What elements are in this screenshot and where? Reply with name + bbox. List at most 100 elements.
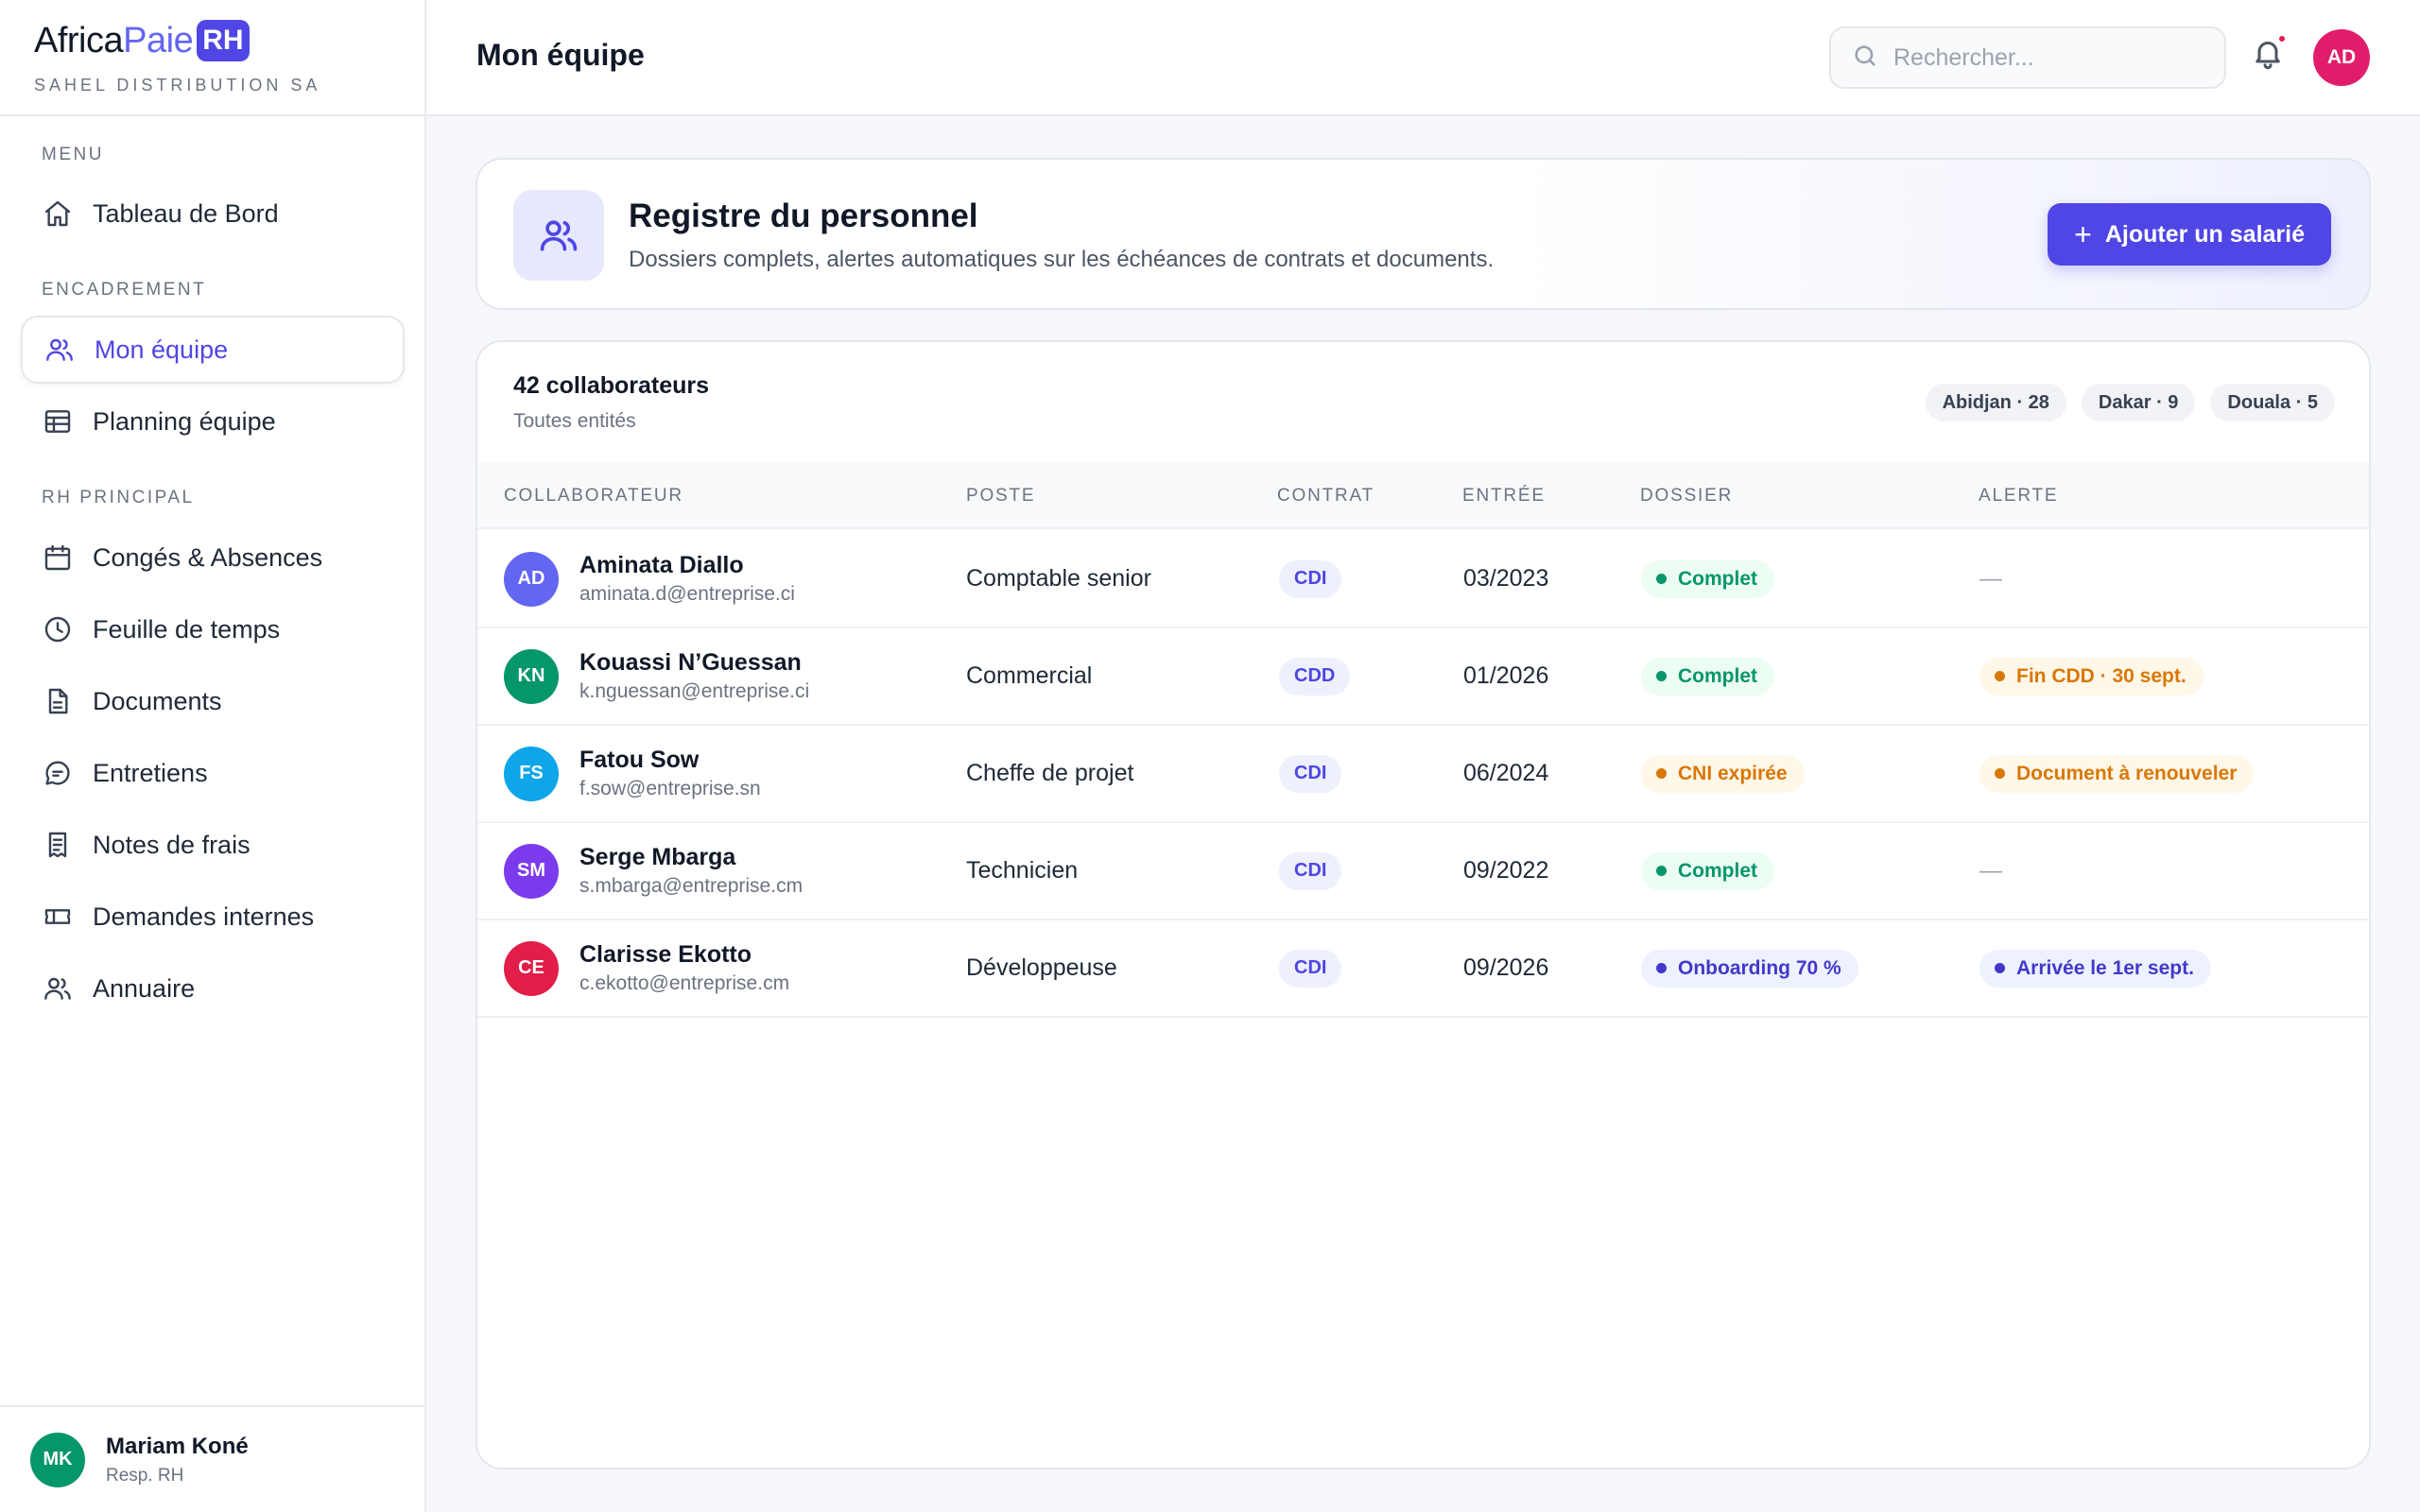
section-label-encadrement: ENCADREMENT <box>42 280 207 300</box>
status-dot-icon <box>1995 768 2005 779</box>
dossier-status-text: Complet <box>1678 664 1757 687</box>
logo-text-africa: Africa <box>34 20 124 60</box>
sidebar-item-label: Entretiens <box>93 758 208 787</box>
sidebar-item-entretiens[interactable]: Entretiens <box>21 739 405 807</box>
contract-badge: CDI <box>1279 559 1342 598</box>
column-header-collaborateur[interactable]: COLLABORATEUR <box>504 486 683 507</box>
sidebar-item-label: Annuaire <box>93 973 196 1003</box>
alert-text: Fin CDD · 30 sept. <box>2016 664 2187 687</box>
document-icon <box>42 685 74 717</box>
table-icon <box>42 405 74 438</box>
employee-email: k.nguessan@entreprise.ci <box>579 680 810 702</box>
sidebar-item-mon-equipe[interactable]: Mon équipe <box>21 316 405 384</box>
avatar: CE <box>504 940 559 996</box>
contract-badge: CDI <box>1279 851 1342 890</box>
employee-position: Technicien <box>966 857 1079 884</box>
location-chip[interactable]: Abidjan · 28 <box>1925 384 2066 421</box>
user-role: Resp. RH <box>106 1465 184 1486</box>
topbar: Mon équipe AD <box>426 0 2420 116</box>
employee-position: Comptable senior <box>966 565 1151 592</box>
start-date: 01/2026 <box>1463 662 1549 689</box>
table-row[interactable]: FS Fatou Sow f.sow@entreprise.sn Cheffe … <box>477 726 2369 823</box>
avatar: SM <box>504 843 559 899</box>
section-label-rh-principal: RH PRINCIPAL <box>42 488 195 507</box>
sidebar-item-annuaire[interactable]: Annuaire <box>21 954 405 1022</box>
plus-icon: + <box>2074 217 2092 251</box>
sidebar-item-label: Documents <box>93 686 222 715</box>
employee-name: Serge Mbarga <box>579 844 736 870</box>
alert-badge: Fin CDD · 30 sept. <box>1979 657 2204 696</box>
search-box[interactable] <box>1829 26 2226 89</box>
notifications-button[interactable] <box>2251 34 2289 76</box>
sidebar-item-planning-equipe[interactable]: Planning équipe <box>21 387 405 455</box>
alert-text: Document à renouveler <box>2016 762 2238 784</box>
home-icon <box>42 198 74 230</box>
alert-text: Arrivée le 1er sept. <box>2016 956 2194 979</box>
dossier-status-text: Onboarding 70 % <box>1678 956 1841 979</box>
start-date: 09/2026 <box>1463 954 1549 981</box>
employee-email: s.mbarga@entreprise.cm <box>579 875 804 897</box>
column-header-dossier[interactable]: DOSSIER <box>1640 486 1733 507</box>
table-row[interactable]: KN Kouassi N’Guessan k.nguessan@entrepri… <box>477 628 2369 726</box>
entity-filter-label: Toutes entités <box>513 410 636 432</box>
add-employee-button[interactable]: + Ajouter un salarié <box>2048 203 2331 266</box>
chat-icon <box>42 757 74 789</box>
status-dot-icon <box>1995 671 2005 681</box>
users-icon <box>42 972 74 1005</box>
column-header-alerte[interactable]: ALERTE <box>1979 486 2058 507</box>
employee-name: Aminata Diallo <box>579 552 744 578</box>
sidebar-item-label: Notes de frais <box>93 830 251 859</box>
start-date: 06/2024 <box>1463 760 1549 786</box>
location-chip[interactable]: Douala · 5 <box>2210 384 2335 421</box>
receipt-icon <box>42 829 74 861</box>
location-chips: Abidjan · 28 Dakar · 9 Douala · 5 <box>1925 384 2335 421</box>
contract-badge: CDI <box>1279 754 1342 793</box>
avatar: AD <box>504 551 559 607</box>
section-title: Registre du personnel <box>629 198 978 234</box>
column-header-entree[interactable]: ENTRÉE <box>1462 486 1546 507</box>
alert-empty: — <box>1979 857 2002 884</box>
sidebar-item-tableau-de-bord[interactable]: Tableau de Bord <box>21 180 405 248</box>
table-row[interactable]: SM Serge Mbarga s.mbarga@entreprise.cm T… <box>477 823 2369 920</box>
section-description: Dossiers complets, alertes automatiques … <box>629 247 1495 272</box>
contract-badge: CDD <box>1279 657 1351 696</box>
employee-email: f.sow@entreprise.sn <box>579 778 761 799</box>
collaborators-count: 42 collaborateurs <box>513 372 710 399</box>
sidebar-item-notes-de-frais[interactable]: Notes de frais <box>21 811 405 879</box>
employee-name: Kouassi N’Guessan <box>579 649 802 676</box>
company-name: SAHEL DISTRIBUTION SA <box>34 76 321 94</box>
user-avatar-button[interactable]: AD <box>2313 29 2370 86</box>
notification-dot <box>2277 34 2287 43</box>
column-header-contrat[interactable]: CONTRAT <box>1277 486 1374 507</box>
contract-badge: CDI <box>1279 949 1342 988</box>
users-icon <box>43 334 76 366</box>
employee-email: aminata.d@entreprise.ci <box>579 583 795 605</box>
sidebar-item-documents[interactable]: Documents <box>21 667 405 735</box>
sidebar-item-feuille-de-temps[interactable]: Feuille de temps <box>21 595 405 663</box>
ticket-icon <box>42 901 74 933</box>
column-header-poste[interactable]: POSTE <box>966 486 1035 507</box>
avatar: MK <box>30 1432 85 1487</box>
dossier-status-text: CNI expirée <box>1678 762 1788 784</box>
status-dot-icon <box>1995 963 2005 973</box>
table-row[interactable]: CE Clarisse Ekotto c.ekotto@entreprise.c… <box>477 920 2369 1018</box>
search-input[interactable] <box>1893 43 2215 72</box>
dossier-status-badge: Onboarding 70 % <box>1641 949 1858 988</box>
sidebar-item-label: Feuille de temps <box>93 614 281 644</box>
table-header: COLLABORATEUR POSTE CONTRAT ENTRÉE DOSSI… <box>477 463 2369 529</box>
sidebar-item-conges-absences[interactable]: Congés & Absences <box>21 524 405 592</box>
dossier-status-badge: Complet <box>1641 559 1774 598</box>
employee-email: c.ekotto@entreprise.cm <box>579 972 790 994</box>
table-row[interactable]: AD Aminata Diallo aminata.d@entreprise.c… <box>477 531 2369 628</box>
register-header-card: Registre du personnel Dossiers complets,… <box>475 158 2371 310</box>
employee-position: Commercial <box>966 662 1093 689</box>
search-icon <box>1852 43 1878 74</box>
current-user[interactable]: MK Mariam Koné Resp. RH <box>0 1405 424 1512</box>
section-label-menu: MENU <box>42 145 104 164</box>
employee-position: Développeuse <box>966 954 1117 981</box>
logo[interactable]: Africa Paie RH <box>34 17 424 64</box>
location-chip[interactable]: Dakar · 9 <box>2081 384 2196 421</box>
bell-icon <box>2251 42 2285 76</box>
sidebar-item-demandes-internes[interactable]: Demandes internes <box>21 883 405 951</box>
status-dot-icon <box>1656 866 1667 876</box>
